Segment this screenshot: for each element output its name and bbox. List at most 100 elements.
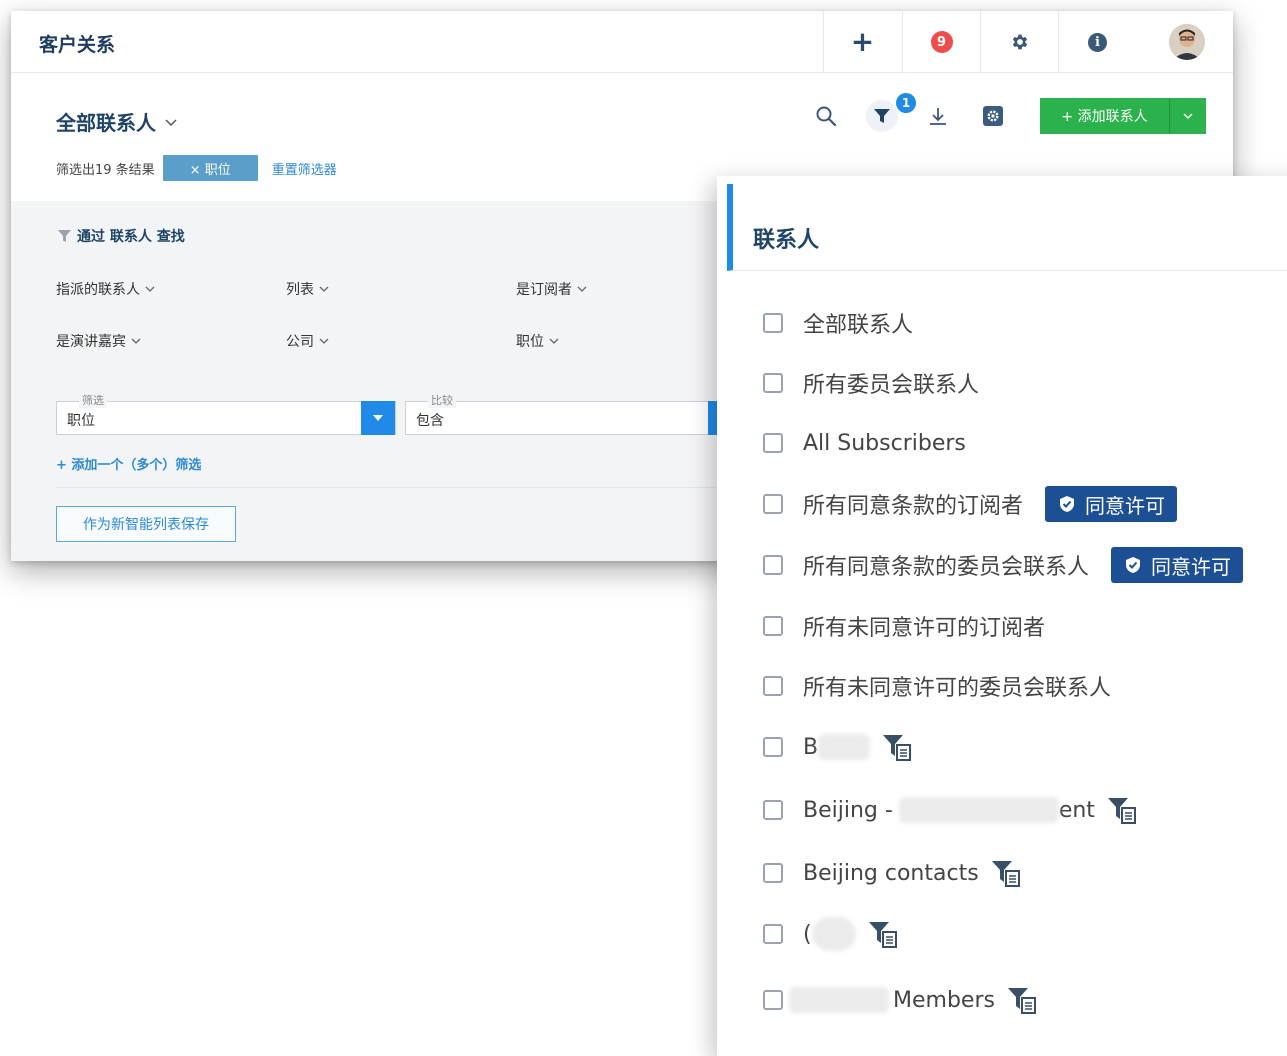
add-contact-menu-toggle[interactable] — [1170, 98, 1206, 134]
chevron-down-icon — [319, 286, 329, 292]
list-option-label: 所有未同意许可的委员会联系人 — [803, 676, 1112, 701]
smart-list-icon — [991, 861, 1020, 887]
list-option-all-subscribers[interactable]: All Subscribers — [763, 425, 966, 461]
smart-list-icon — [883, 735, 912, 761]
list-option-label: 所有未同意许可的订阅者 — [803, 616, 1046, 641]
smart-list-icon — [868, 922, 897, 948]
smart-list-icon — [1107, 798, 1136, 824]
filter-toggle-button[interactable] — [866, 100, 898, 132]
redacted-text — [811, 917, 856, 951]
plus-icon: + — [850, 25, 875, 58]
list-option-label: Members — [893, 987, 995, 1013]
settings-button[interactable] — [980, 11, 1058, 73]
add-contact-button[interactable]: + 添加联系人 — [1040, 98, 1170, 134]
list-option-consented-committee-contacts[interactable]: 所有同意条款的委员会联系人 同意许可 — [763, 547, 1244, 583]
list-option-unconsented-committee-contacts[interactable]: 所有未同意许可的委员会联系人 — [763, 668, 1111, 704]
list-option-committee-contacts[interactable]: 所有委员会联系人 — [763, 365, 979, 401]
result-count: 筛选出19 条结果 — [56, 162, 155, 178]
gear-icon — [1012, 34, 1027, 50]
filter-field-legend: 筛选 — [79, 392, 107, 408]
list-option-smart-list[interactable]: ( — [763, 916, 898, 952]
compare-field-legend: 比较 — [428, 392, 456, 408]
criteria-list[interactable]: 列表 — [286, 279, 330, 299]
consent-badge-label: 同意许可 — [1151, 554, 1232, 579]
shield-check-icon — [1060, 496, 1075, 512]
top-bar: 客户关系 + 9 i — [11, 11, 1233, 73]
info-button[interactable]: i — [1058, 11, 1136, 73]
checkbox[interactable] — [763, 313, 783, 333]
filter-field-value: 职位 — [67, 413, 95, 429]
checkbox[interactable] — [763, 990, 783, 1010]
checkbox[interactable] — [763, 924, 783, 944]
list-option-label: 全部联系人 — [803, 313, 914, 338]
info-icon: i — [1088, 32, 1107, 52]
criteria-is-subscriber[interactable]: 是订阅者 — [516, 279, 588, 299]
funnel-icon — [58, 230, 71, 242]
list-option-label: B — [803, 734, 819, 760]
dropdown-title: 联系人 — [753, 228, 820, 253]
add-new-button[interactable]: + — [823, 11, 901, 73]
redacted-text — [898, 797, 1059, 823]
filter-field-select[interactable]: 筛选 职位 — [56, 392, 396, 435]
list-option-unconsented-subscribers[interactable]: 所有未同意许可的订阅者 — [763, 608, 1045, 644]
criteria-company[interactable]: 公司 — [286, 331, 330, 351]
caret-down-icon — [373, 415, 383, 421]
checkbox[interactable] — [763, 863, 783, 883]
checkbox[interactable] — [763, 800, 783, 820]
active-filter-chip[interactable]: × 职位 — [162, 155, 258, 181]
app-title: 客户关系 — [39, 34, 116, 56]
list-option-smart-list[interactable]: Beijing contacts — [763, 855, 1021, 891]
checkbox[interactable] — [763, 555, 783, 575]
column-settings-button[interactable] — [983, 106, 1003, 126]
notifications-button[interactable]: 9 — [902, 11, 980, 73]
compare-field-value: 包含 — [416, 413, 444, 429]
add-contact-split-button: + 添加联系人 — [1040, 98, 1206, 134]
divider — [56, 487, 736, 488]
compare-operator-select[interactable]: 比较 包含 — [405, 392, 742, 435]
search-button[interactable] — [815, 105, 837, 131]
chevron-down-icon — [165, 118, 177, 126]
funnel-icon — [874, 109, 890, 123]
criteria-label: 是订阅者 — [516, 282, 572, 298]
consent-badge: 同意许可 — [1045, 486, 1178, 522]
download-icon — [930, 108, 946, 125]
criteria-job-title[interactable]: 职位 — [516, 331, 560, 351]
criteria-assigned-contacts[interactable]: 指派的联系人 — [56, 279, 156, 299]
dropdown-header: 联系人 — [727, 184, 1287, 271]
reset-filters-link[interactable]: 重置筛选器 — [272, 159, 337, 178]
list-option-label: Beijing contacts — [803, 860, 979, 886]
add-filter-link[interactable]: + 添加一个（多个）筛选 — [56, 454, 201, 473]
list-option-smart-list[interactable]: Members — [763, 982, 1037, 1018]
list-selector[interactable]: 全部联系人 — [56, 107, 178, 136]
criteria-label: 公司 — [286, 334, 314, 350]
filter-field-dropdown-button[interactable] — [361, 401, 395, 435]
list-option-label: 所有同意条款的订阅者 — [803, 494, 1024, 519]
checkbox[interactable] — [763, 737, 783, 757]
criteria-is-speaker[interactable]: 是演讲嘉宾 — [56, 331, 142, 351]
checkbox[interactable] — [763, 494, 783, 514]
list-option-label: 所有同意条款的委员会联系人 — [803, 555, 1090, 580]
shield-check-icon — [1126, 557, 1141, 573]
avatar — [1169, 24, 1205, 60]
search-icon — [816, 106, 837, 127]
list-option-smart-list[interactable]: B — [763, 729, 912, 765]
checkbox[interactable] — [763, 676, 783, 696]
filter-panel-heading-text: 通过 联系人 查找 — [77, 229, 185, 245]
list-option-all-contacts[interactable]: 全部联系人 — [763, 305, 913, 341]
redacted-text — [789, 987, 889, 1013]
save-smart-list-button[interactable]: 作为新智能列表保存 — [56, 506, 236, 542]
checkbox[interactable] — [763, 373, 783, 393]
chevron-down-icon — [577, 286, 587, 292]
checkbox[interactable] — [763, 433, 783, 453]
download-button[interactable] — [927, 105, 949, 131]
criteria-label: 是演讲嘉宾 — [56, 334, 126, 350]
list-option-label: Beijing - — [803, 797, 893, 823]
checkbox[interactable] — [763, 616, 783, 636]
notification-count-badge: 9 — [930, 31, 953, 53]
list-option-consented-subscribers[interactable]: 所有同意条款的订阅者 同意许可 — [763, 486, 1178, 522]
user-menu-button[interactable] — [1147, 11, 1227, 73]
chevron-down-icon — [1183, 113, 1193, 120]
chevron-down-icon — [145, 286, 155, 292]
redacted-text — [818, 734, 871, 760]
list-option-smart-list[interactable]: Beijing - ent — [763, 792, 1137, 828]
